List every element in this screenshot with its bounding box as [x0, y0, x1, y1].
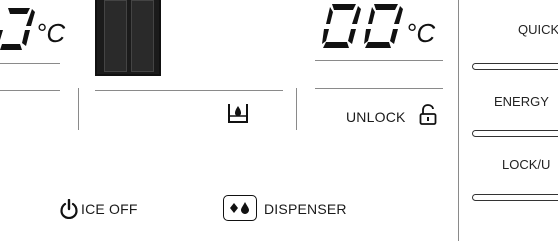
ice-off-button[interactable]: ICE OFF	[60, 198, 160, 222]
side-button-quick[interactable]: QUICK	[472, 20, 558, 76]
ice-water-drops-icon	[223, 195, 257, 221]
level-bar-display	[95, 0, 161, 76]
divider-left-mid	[0, 90, 60, 91]
side-button-quick-label: QUICK	[518, 22, 558, 37]
left-temperature-display: °C 0	[0, 0, 70, 58]
unlock-padlock-icon	[419, 104, 437, 126]
level-bar-left	[104, 0, 127, 72]
divider-center	[95, 90, 283, 91]
seven-segment-digits	[322, 4, 403, 48]
energy-button-bar	[472, 130, 558, 137]
divider-left-top	[0, 63, 60, 64]
divider-right-top	[315, 60, 443, 61]
water-glass-icon	[226, 100, 250, 128]
divider-vertical-2	[296, 88, 297, 130]
lock-button-bar	[472, 194, 558, 201]
unlock-label: UNLOCK	[346, 109, 406, 125]
dispenser-label: DISPENSER	[264, 201, 347, 217]
side-button-lock-label: LOCK/U	[502, 157, 551, 172]
level-bar-right	[131, 0, 154, 72]
right-temperature-display: °C 00	[322, 2, 442, 58]
divider-vertical-3	[458, 0, 459, 241]
side-button-energy[interactable]: ENERGY	[472, 94, 558, 144]
side-button-energy-label: ENERGY	[494, 94, 549, 109]
right-temp-unit: °C	[406, 18, 436, 48]
ice-off-label: ICE OFF	[81, 201, 138, 217]
side-button-lock[interactable]: LOCK/U	[472, 157, 558, 207]
left-temp-unit: °C	[36, 18, 66, 48]
power-icon	[60, 198, 78, 220]
divider-vertical-1	[78, 88, 79, 130]
quick-button-bar	[472, 63, 558, 70]
dispenser-button[interactable]: DISPENSER	[223, 195, 363, 223]
divider-right-mid	[315, 88, 443, 89]
